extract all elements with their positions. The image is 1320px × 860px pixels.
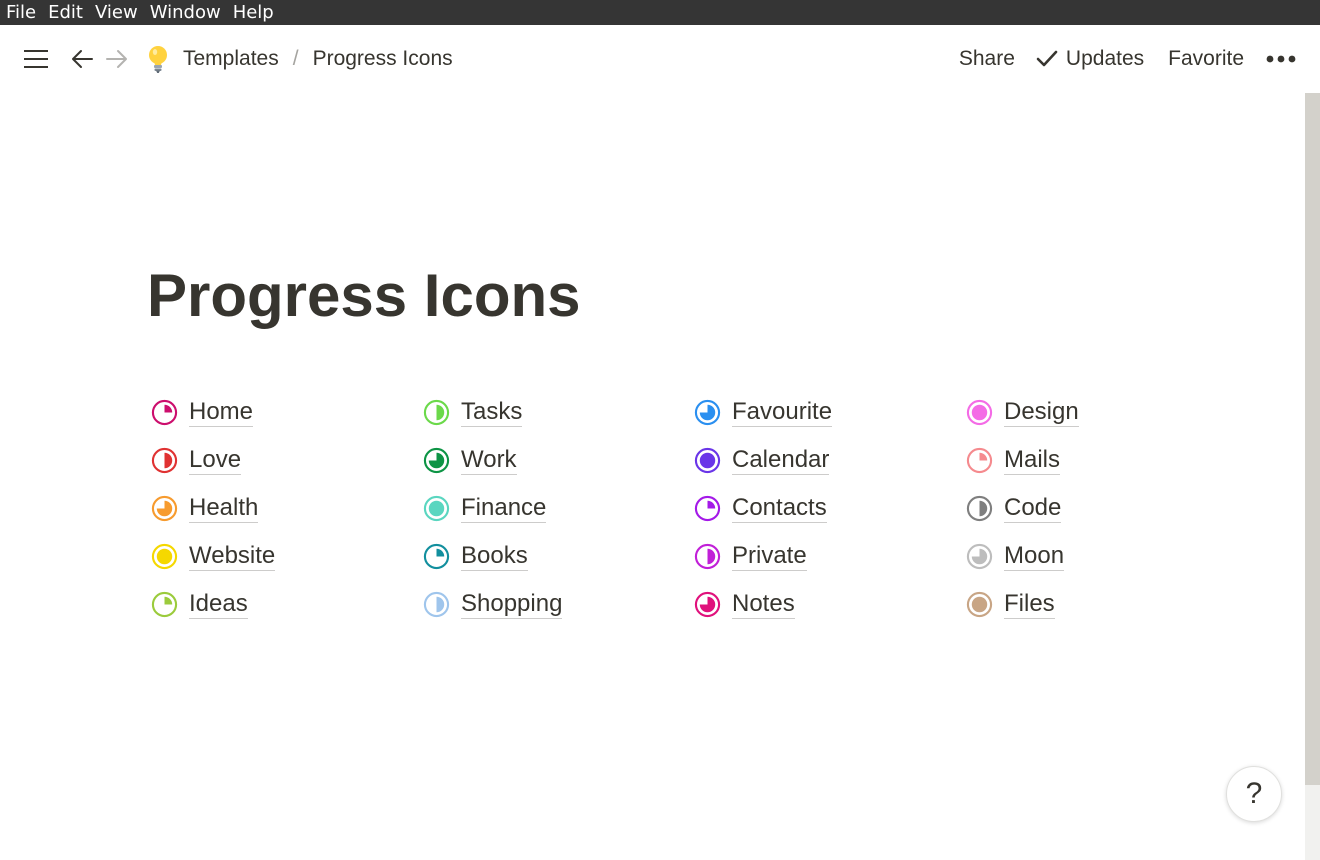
page-link-moon[interactable]: Moon xyxy=(966,532,1065,580)
page-link-shopping[interactable]: Shopping xyxy=(423,580,563,628)
page-link-files[interactable]: Files xyxy=(966,580,1055,628)
arrow-right-icon xyxy=(106,50,127,68)
page-link-label: Design xyxy=(1004,398,1079,427)
page-link-favourite[interactable]: Favourite xyxy=(694,388,833,436)
page-link-label: Contacts xyxy=(732,494,827,523)
topbar-actions: Share Updates Favorite xyxy=(959,25,1320,93)
page-link-label: Notes xyxy=(732,590,795,619)
more-dots-icon xyxy=(1266,55,1296,63)
page-link-label: Health xyxy=(189,494,259,523)
menu-help[interactable]: Help xyxy=(227,0,280,25)
page-link-contacts[interactable]: Contacts xyxy=(694,484,827,532)
progress-75-icon xyxy=(966,543,993,569)
page-link-love[interactable]: Love xyxy=(151,436,242,484)
page-title[interactable]: Progress Icons xyxy=(147,258,581,334)
breadcrumb-separator: / xyxy=(292,47,299,70)
page-link-code[interactable]: Code xyxy=(966,484,1062,532)
page-link-label: Home xyxy=(189,398,254,427)
page-link-label: Calendar xyxy=(732,446,830,475)
page-link-label: Private xyxy=(732,542,807,571)
top-bar: Templates / Progress Icons Share Updates… xyxy=(0,25,1320,93)
page-link-label: Shopping xyxy=(461,590,563,619)
page-link-label: Files xyxy=(1004,590,1055,619)
page-link-label: Books xyxy=(461,542,528,571)
page-link-label: Website xyxy=(189,542,276,571)
page-link-home[interactable]: Home xyxy=(151,388,254,436)
breadcrumb: Templates / Progress Icons xyxy=(146,25,453,93)
progress-25-icon xyxy=(423,543,450,569)
updates-label: Updates xyxy=(1065,47,1145,70)
page-link-label: Favourite xyxy=(732,398,833,427)
page-link-private[interactable]: Private xyxy=(694,532,807,580)
progress-50-icon xyxy=(966,495,993,521)
page-link-design[interactable]: Design xyxy=(966,388,1079,436)
page-link-finance[interactable]: Finance xyxy=(423,484,547,532)
page-link-work[interactable]: Work xyxy=(423,436,517,484)
breadcrumb-current-page[interactable]: Progress Icons xyxy=(313,47,453,71)
page-link-label: Finance xyxy=(461,494,547,523)
progress-25-icon xyxy=(694,495,721,521)
page-link-label: Mails xyxy=(1004,446,1061,475)
progress-75-icon xyxy=(694,399,721,425)
page-link-health[interactable]: Health xyxy=(151,484,259,532)
menu-file[interactable]: File xyxy=(0,0,42,25)
help-button[interactable]: ? xyxy=(1226,766,1282,822)
page-link-ideas[interactable]: Ideas xyxy=(151,580,248,628)
more-options-button[interactable] xyxy=(1266,55,1296,63)
progress-100-icon xyxy=(966,591,993,617)
page-link-label: Work xyxy=(461,446,517,475)
page-link-label: Moon xyxy=(1004,542,1065,571)
page-link-label: Code xyxy=(1004,494,1062,523)
page-link-label: Ideas xyxy=(189,590,248,619)
progress-50-icon xyxy=(151,447,178,473)
breadcrumb-templates[interactable]: Templates xyxy=(183,47,279,71)
page-link-label: Love xyxy=(189,446,242,475)
share-button[interactable]: Share xyxy=(959,47,1015,71)
menu-view[interactable]: View xyxy=(89,0,144,25)
forward-button[interactable] xyxy=(104,46,130,72)
page-link-books[interactable]: Books xyxy=(423,532,528,580)
back-button[interactable] xyxy=(69,46,95,72)
favorite-button[interactable]: Favorite xyxy=(1168,47,1244,71)
progress-50-icon xyxy=(423,399,450,425)
page-link-website[interactable]: Website xyxy=(151,532,276,580)
page-link-label: Tasks xyxy=(461,398,523,427)
progress-100-icon xyxy=(694,447,721,473)
scrollbar-thumb[interactable] xyxy=(1305,93,1320,785)
os-menu-bar: File Edit View Window Help xyxy=(0,0,1320,25)
progress-25-icon xyxy=(966,447,993,473)
lightbulb-icon xyxy=(146,44,172,74)
sidebar-toggle-button[interactable] xyxy=(22,47,50,71)
progress-50-icon xyxy=(694,543,721,569)
arrow-left-icon xyxy=(72,50,93,68)
progress-100-icon xyxy=(151,543,178,569)
menu-window[interactable]: Window xyxy=(144,0,227,25)
page-link-tasks[interactable]: Tasks xyxy=(423,388,523,436)
page-link-notes[interactable]: Notes xyxy=(694,580,795,628)
page-link-calendar[interactable]: Calendar xyxy=(694,436,830,484)
menu-edit[interactable]: Edit xyxy=(42,0,89,25)
updates-button[interactable]: Updates xyxy=(1036,47,1144,71)
progress-75-icon xyxy=(694,591,721,617)
progress-75-icon xyxy=(423,447,450,473)
progress-75-icon xyxy=(151,495,178,521)
checkmark-icon xyxy=(1036,50,1058,67)
page-link-mails[interactable]: Mails xyxy=(966,436,1061,484)
progress-50-icon xyxy=(423,591,450,617)
progress-25-icon xyxy=(151,399,178,425)
progress-25-icon xyxy=(151,591,178,617)
progress-100-icon xyxy=(423,495,450,521)
progress-100-icon xyxy=(966,399,993,425)
hamburger-menu-icon xyxy=(24,50,48,68)
